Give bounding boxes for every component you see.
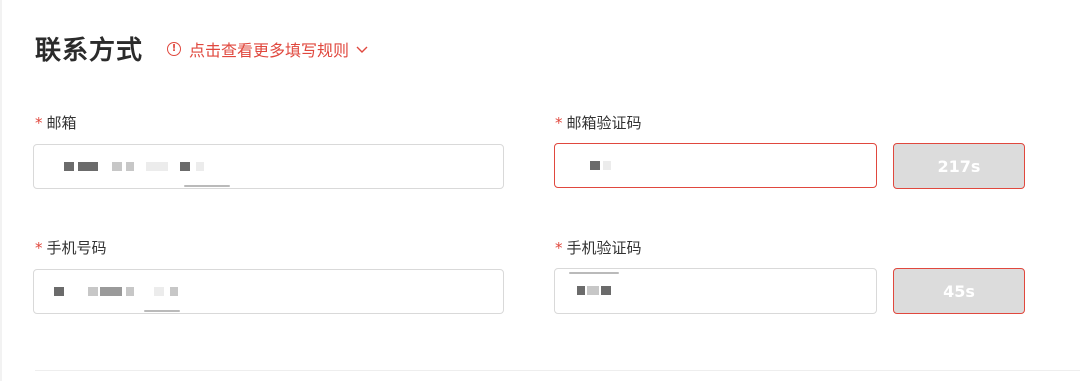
masked-text	[146, 162, 168, 171]
section-divider	[35, 370, 1080, 371]
masked-text	[78, 162, 98, 171]
required-mark: *	[555, 239, 563, 257]
masked-text	[569, 272, 619, 274]
email-label-text: 邮箱	[46, 114, 77, 132]
phone-code-label: * 手机验证码	[555, 237, 642, 258]
masked-text	[112, 162, 122, 171]
phone-code-label-text: 手机验证码	[566, 239, 642, 257]
masked-text	[196, 162, 204, 171]
rules-link-label: 点击查看更多填写规则	[189, 40, 350, 60]
masked-text	[126, 287, 134, 296]
phone-label-text: 手机号码	[46, 239, 107, 257]
email-input[interactable]	[33, 144, 504, 189]
masked-text	[587, 286, 599, 295]
phone-code-countdown-button[interactable]: 45s	[893, 268, 1025, 314]
email-code-input[interactable]	[554, 143, 877, 188]
phone-input[interactable]	[33, 269, 504, 314]
masked-text	[603, 161, 611, 170]
masked-text	[154, 287, 164, 296]
email-code-label: * 邮箱验证码	[555, 112, 642, 133]
phone-code-input[interactable]	[554, 268, 877, 314]
phone-label: * 手机号码	[35, 237, 107, 258]
masked-text	[590, 161, 600, 170]
section-title: 联系方式	[35, 36, 144, 66]
masked-text	[144, 310, 180, 312]
email-code-label-text: 邮箱验证码	[566, 114, 642, 132]
masked-text	[184, 185, 230, 187]
masked-text	[88, 287, 98, 296]
masked-text	[180, 162, 190, 171]
email-label: * 邮箱	[35, 112, 77, 133]
masked-text	[64, 162, 74, 171]
required-mark: *	[35, 239, 43, 257]
required-mark: *	[35, 114, 43, 132]
masked-text	[170, 287, 178, 296]
email-code-countdown-button[interactable]: 217s	[893, 143, 1025, 189]
chevron-down-icon	[356, 46, 368, 53]
masked-text	[54, 287, 64, 296]
masked-text	[100, 287, 122, 296]
section-header: 联系方式 ! 点击查看更多填写规则	[35, 30, 369, 67]
masked-text	[601, 286, 611, 295]
info-circle-icon: !	[167, 41, 182, 56]
required-mark: *	[555, 114, 563, 132]
masked-text	[577, 286, 585, 295]
masked-text	[126, 162, 134, 171]
left-edge-divider	[0, 0, 2, 381]
rules-link[interactable]: ! 点击查看更多填写规则	[167, 37, 369, 61]
